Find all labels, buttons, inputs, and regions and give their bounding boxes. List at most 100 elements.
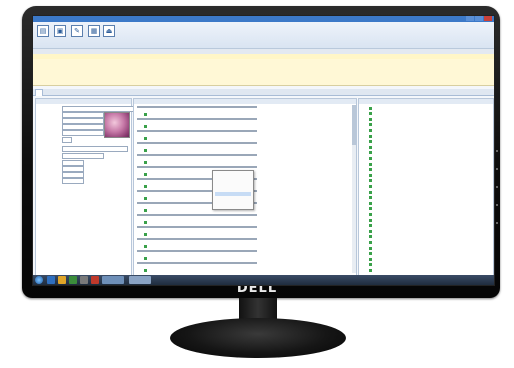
folder-icon: ▣ bbox=[54, 25, 66, 37]
report-item[interactable] bbox=[137, 226, 257, 228]
template-item[interactable] bbox=[369, 263, 385, 266]
template-item[interactable] bbox=[369, 257, 385, 260]
report-sub-item[interactable] bbox=[144, 232, 158, 234]
template-item[interactable] bbox=[369, 156, 385, 159]
context-menu-item[interactable] bbox=[215, 202, 251, 206]
report-sub-item[interactable] bbox=[144, 136, 158, 138]
exit-icon: ⏏ bbox=[103, 25, 115, 37]
panel-title bbox=[134, 99, 356, 104]
template-item[interactable] bbox=[369, 212, 385, 215]
field-input[interactable] bbox=[62, 153, 104, 159]
tab-2[interactable] bbox=[55, 89, 61, 95]
panel-title bbox=[36, 99, 131, 104]
report-sub-item[interactable] bbox=[144, 124, 158, 126]
context-menu-item[interactable] bbox=[215, 197, 251, 201]
toolbar-button-3[interactable]: ✎ bbox=[70, 25, 84, 45]
template-item[interactable] bbox=[369, 196, 385, 199]
report-sub-item[interactable] bbox=[144, 172, 158, 174]
template-item[interactable] bbox=[369, 246, 385, 249]
template-item[interactable] bbox=[369, 229, 385, 232]
specimen-image bbox=[104, 112, 130, 138]
monitor-stand-base bbox=[170, 318, 346, 358]
template-item[interactable] bbox=[369, 145, 385, 148]
report-tree-panel bbox=[133, 98, 357, 276]
report-sub-item[interactable] bbox=[144, 256, 158, 258]
toolbar: ▤ ▣ ✎ ▦ ⏏ bbox=[33, 22, 494, 49]
template-item[interactable] bbox=[369, 207, 385, 210]
report-item[interactable] bbox=[137, 262, 257, 264]
close-button[interactable] bbox=[484, 16, 492, 21]
template-item[interactable] bbox=[369, 268, 385, 271]
context-menu-item[interactable] bbox=[215, 187, 251, 191]
report-sub-item[interactable] bbox=[144, 268, 158, 270]
document-icon: ▤ bbox=[37, 25, 49, 37]
toolbar-button-4[interactable]: ▦ bbox=[87, 25, 101, 45]
field-input[interactable] bbox=[62, 137, 72, 143]
report-sub-item[interactable] bbox=[144, 160, 158, 162]
template-item[interactable] bbox=[369, 184, 385, 187]
report-item[interactable] bbox=[137, 238, 257, 240]
vertical-scrollbar[interactable] bbox=[352, 105, 356, 273]
report-sub-item[interactable] bbox=[144, 208, 158, 210]
context-menu-item[interactable] bbox=[215, 192, 251, 196]
report-sub-item[interactable] bbox=[144, 244, 158, 246]
template-item[interactable] bbox=[369, 134, 385, 137]
template-item[interactable] bbox=[369, 235, 385, 238]
report-item[interactable] bbox=[137, 250, 257, 252]
report-item[interactable] bbox=[137, 154, 257, 156]
template-item[interactable] bbox=[369, 240, 385, 243]
template-item[interactable] bbox=[369, 168, 385, 171]
template-item[interactable] bbox=[369, 252, 385, 255]
app-icon[interactable] bbox=[91, 276, 99, 284]
field-select[interactable] bbox=[62, 146, 128, 152]
toolbar-button-1[interactable]: ▤ bbox=[36, 25, 50, 45]
report-sub-item[interactable] bbox=[144, 220, 158, 222]
template-item[interactable] bbox=[369, 128, 385, 131]
report-item[interactable] bbox=[137, 142, 257, 144]
taskbar bbox=[33, 275, 494, 285]
template-tree-panel bbox=[358, 98, 494, 276]
report-item[interactable] bbox=[137, 106, 257, 108]
report-sub-item[interactable] bbox=[144, 196, 158, 198]
field-input[interactable] bbox=[62, 178, 84, 184]
field-input[interactable] bbox=[62, 130, 104, 136]
template-item[interactable] bbox=[369, 218, 385, 221]
template-item[interactable] bbox=[369, 112, 385, 115]
context-menu-item[interactable] bbox=[215, 172, 251, 176]
report-item[interactable] bbox=[137, 214, 257, 216]
template-item[interactable] bbox=[369, 190, 385, 193]
report-sub-item[interactable] bbox=[144, 184, 158, 186]
context-menu-item[interactable] bbox=[215, 182, 251, 186]
panel-title bbox=[359, 99, 493, 104]
tab-bar bbox=[33, 89, 494, 96]
template-item[interactable] bbox=[369, 123, 385, 126]
template-item[interactable] bbox=[369, 224, 385, 227]
template-item[interactable] bbox=[369, 201, 385, 204]
maximize-button[interactable] bbox=[475, 16, 483, 21]
template-item[interactable] bbox=[369, 179, 385, 182]
report-item[interactable] bbox=[137, 166, 257, 168]
report-item[interactable] bbox=[137, 118, 257, 120]
context-menu-item[interactable] bbox=[215, 177, 251, 181]
media-icon[interactable] bbox=[69, 276, 77, 284]
tab-1[interactable] bbox=[35, 89, 43, 96]
folder-icon[interactable] bbox=[58, 276, 66, 284]
template-item[interactable] bbox=[369, 140, 385, 143]
template-item[interactable] bbox=[369, 173, 385, 176]
toolbar-button-5[interactable]: ⏏ bbox=[102, 25, 116, 45]
minimize-button[interactable] bbox=[466, 16, 474, 21]
report-sub-item[interactable] bbox=[144, 112, 158, 114]
monitor-buttons bbox=[496, 150, 500, 250]
browser-icon[interactable] bbox=[47, 276, 55, 284]
report-sub-item[interactable] bbox=[144, 148, 158, 150]
template-item[interactable] bbox=[369, 117, 385, 120]
app-icon[interactable] bbox=[80, 276, 88, 284]
taskbar-window[interactable] bbox=[129, 276, 151, 284]
template-item[interactable] bbox=[369, 151, 385, 154]
template-item[interactable] bbox=[369, 106, 385, 109]
toolbar-button-2[interactable]: ▣ bbox=[53, 25, 67, 45]
template-item[interactable] bbox=[369, 162, 385, 165]
taskbar-window[interactable] bbox=[102, 276, 124, 284]
start-button[interactable] bbox=[35, 276, 43, 284]
report-item[interactable] bbox=[137, 130, 257, 132]
